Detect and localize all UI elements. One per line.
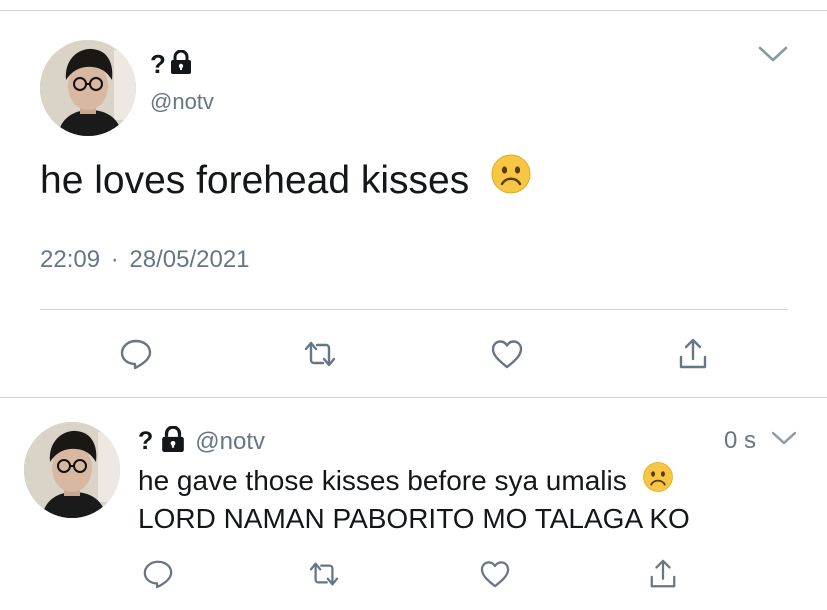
sad-face-emoji	[490, 153, 532, 206]
like-button[interactable]	[487, 334, 527, 374]
author-name-row: ?	[150, 49, 192, 80]
reply-timestamp: 0 s	[724, 427, 757, 454]
share-icon	[677, 337, 709, 371]
reply-body-line1: he gave those kisses before sya umalis	[138, 465, 627, 496]
author-name-row: ? @notv	[138, 425, 265, 457]
reply-button[interactable]	[138, 554, 178, 594]
tweet-meta: 22:09 · 28/05/2021	[40, 246, 250, 274]
display-name[interactable]: ?	[150, 49, 166, 80]
share-button[interactable]	[643, 554, 683, 594]
reply-button[interactable]	[116, 334, 156, 374]
action-bar	[0, 552, 827, 598]
section-divider	[0, 397, 827, 398]
retweet-icon	[302, 339, 338, 369]
meta-separator: ·	[110, 246, 119, 273]
lock-icon	[170, 49, 192, 79]
lock-icon	[161, 425, 185, 457]
reply-text-line2: LORD NAMAN PABORITO MO TALAGA KO	[138, 502, 690, 536]
action-bar	[0, 330, 827, 376]
like-button[interactable]	[475, 554, 515, 594]
share-icon	[648, 558, 678, 590]
chevron-down-icon[interactable]	[770, 429, 798, 452]
avatar[interactable]	[24, 422, 120, 518]
reply-icon	[142, 558, 174, 590]
reply-text-line1: he gave those kisses before sya umalis	[138, 461, 674, 501]
share-button[interactable]	[673, 334, 713, 374]
tweet-text: he loves forehead kisses	[40, 154, 532, 206]
inner-divider	[40, 309, 788, 310]
sad-face-emoji	[642, 461, 674, 501]
avatar[interactable]	[40, 40, 136, 136]
author-handle[interactable]: @notv	[195, 428, 265, 456]
retweet-icon	[307, 560, 341, 588]
reply-body-line2: LORD NAMAN PABORITO MO TALAGA KO	[138, 503, 690, 534]
tweet-time[interactable]: 22:09	[40, 246, 100, 273]
reply-icon	[119, 337, 153, 371]
heart-icon	[490, 339, 524, 369]
heart-icon	[479, 560, 511, 588]
display-name[interactable]: ?	[138, 427, 153, 456]
author-handle[interactable]: @notv	[150, 89, 214, 115]
tweet-date[interactable]: 28/05/2021	[129, 246, 249, 273]
top-divider	[0, 10, 827, 11]
retweet-button[interactable]	[304, 554, 344, 594]
tweet-body: he loves forehead kisses	[40, 159, 470, 202]
retweet-button[interactable]	[300, 334, 340, 374]
chevron-down-icon[interactable]	[757, 44, 789, 69]
